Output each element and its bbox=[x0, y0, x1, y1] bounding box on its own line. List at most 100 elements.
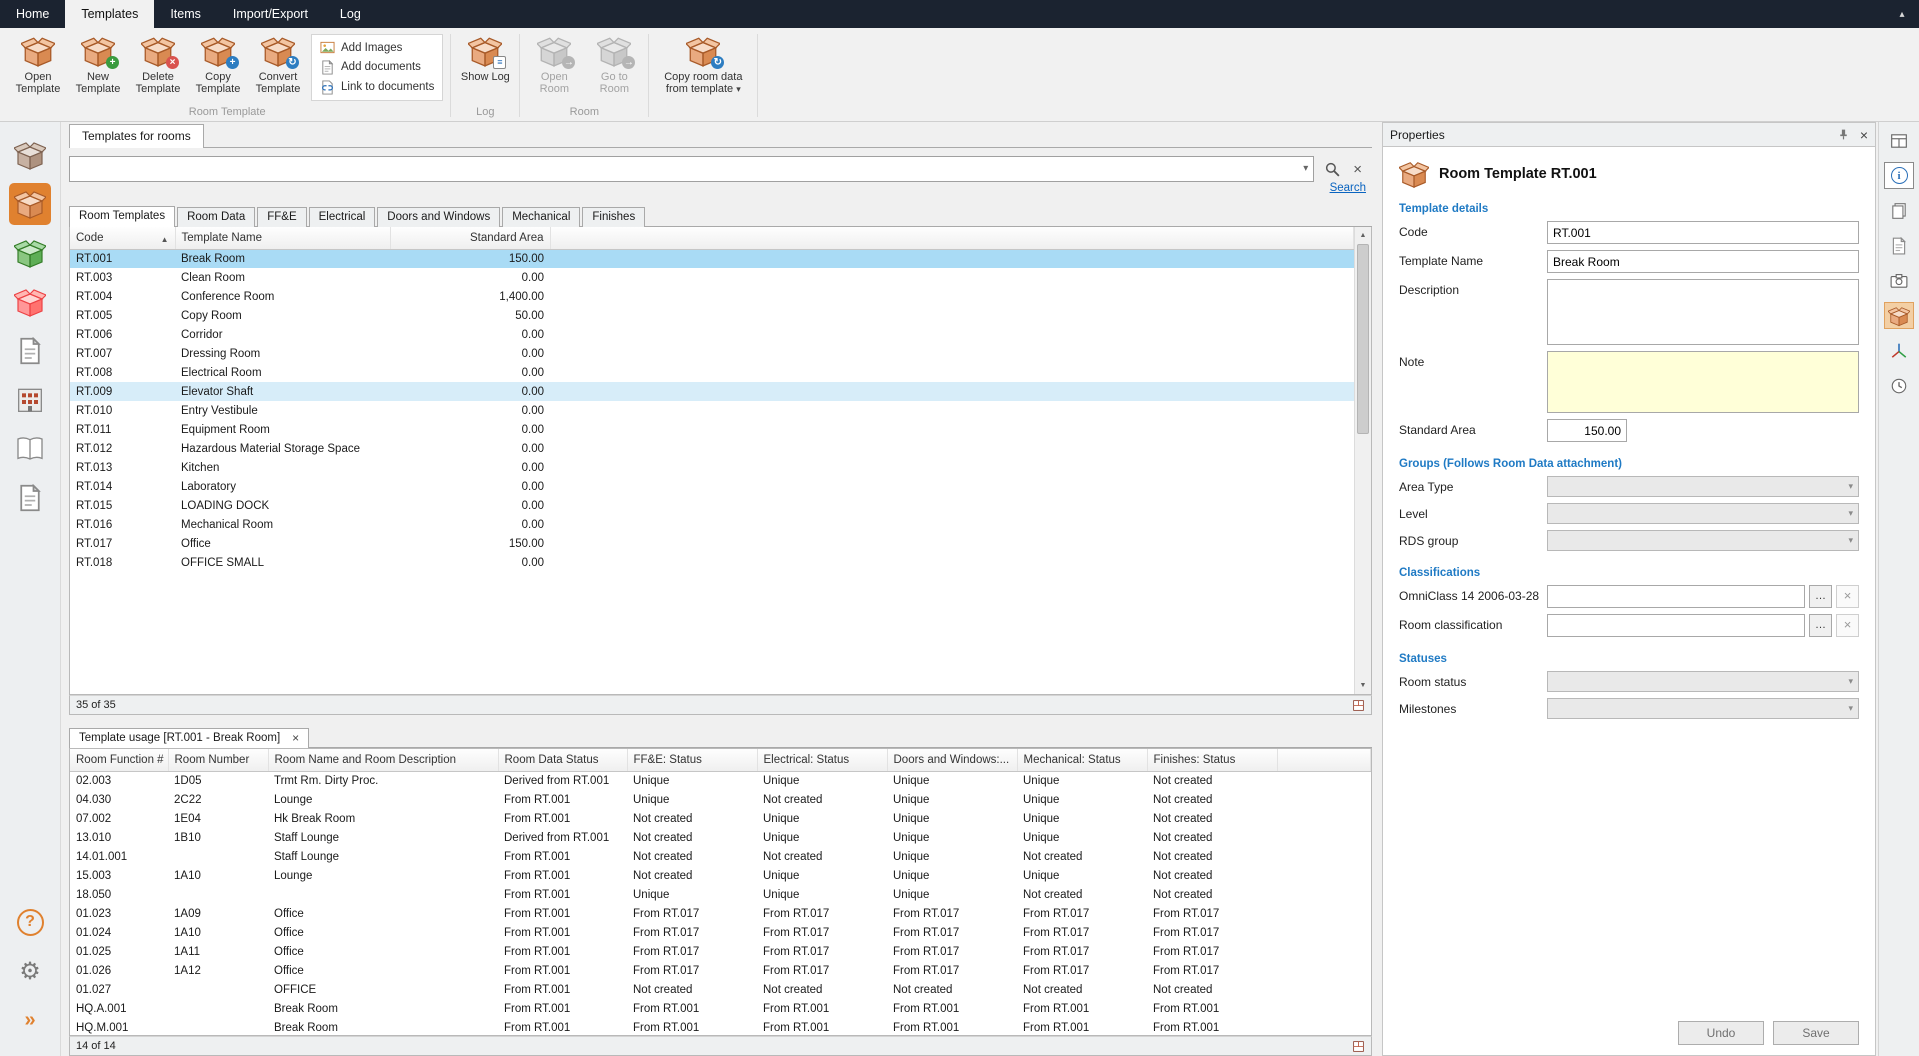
table-row[interactable]: RT.014Laboratory0.00 bbox=[70, 477, 1354, 496]
collapse-ribbon-icon[interactable]: ▴ bbox=[1885, 0, 1919, 28]
template-name-field[interactable] bbox=[1547, 250, 1859, 273]
area-type-select[interactable]: ▾ bbox=[1547, 476, 1859, 497]
undo-button[interactable]: Undo bbox=[1678, 1021, 1764, 1045]
table-row[interactable]: 04.0302C22LoungeFrom RT.001UniqueNot cre… bbox=[70, 790, 1371, 809]
omniclass-field[interactable] bbox=[1547, 585, 1805, 608]
convert-template-button[interactable]: ↻ Convert Template bbox=[248, 30, 308, 105]
help-button[interactable]: ? bbox=[9, 901, 51, 943]
table-row[interactable]: RT.004Conference Room1,400.00 bbox=[70, 287, 1354, 306]
table-row[interactable]: 01.0231A09OfficeFrom RT.001From RT.017Fr… bbox=[70, 904, 1371, 923]
close-tab-icon[interactable]: × bbox=[292, 733, 299, 743]
link-to-documents-button[interactable]: Link to documents bbox=[320, 78, 434, 97]
copy-template-button[interactable]: + Copy Template bbox=[188, 30, 248, 105]
panel-model-button[interactable] bbox=[1884, 337, 1914, 364]
table-row[interactable]: RT.013Kitchen0.00 bbox=[70, 458, 1354, 477]
save-button[interactable]: Save bbox=[1773, 1021, 1859, 1045]
menu-items[interactable]: Items bbox=[154, 0, 217, 28]
search-input[interactable] bbox=[69, 156, 1314, 182]
table-row[interactable]: 13.0101B10Staff LoungeDerived from RT.00… bbox=[70, 828, 1371, 847]
standard-area-field[interactable] bbox=[1547, 419, 1627, 442]
tab-ffe[interactable]: FF&E bbox=[257, 207, 306, 227]
sidebar-item-reports[interactable] bbox=[9, 428, 51, 470]
go-to-room-button[interactable]: → Go to Room bbox=[584, 30, 644, 105]
table-row[interactable]: RT.015LOADING DOCK0.00 bbox=[70, 496, 1354, 515]
close-panel-icon[interactable]: × bbox=[1860, 129, 1868, 141]
add-documents-button[interactable]: Add documents bbox=[320, 58, 434, 77]
copy-room-data-button[interactable]: ↻ Copy room data from template ▾ bbox=[653, 30, 753, 105]
column-header-code[interactable]: Code▲ bbox=[70, 227, 175, 249]
table-row[interactable]: RT.005Copy Room50.00 bbox=[70, 306, 1354, 325]
panel-history-button[interactable] bbox=[1884, 372, 1914, 399]
floor-plan-icon[interactable] bbox=[1352, 699, 1365, 712]
open-room-button[interactable]: → Open Room bbox=[524, 30, 584, 105]
panel-copies-button[interactable] bbox=[1884, 197, 1914, 224]
table-row[interactable]: RT.006Corridor0.00 bbox=[70, 325, 1354, 344]
note-field[interactable] bbox=[1547, 351, 1859, 413]
table-row[interactable]: 01.0241A10OfficeFrom RT.001From RT.017Fr… bbox=[70, 923, 1371, 942]
room-classification-clear-button[interactable]: × bbox=[1836, 614, 1859, 637]
table-row[interactable]: RT.016Mechanical Room0.00 bbox=[70, 515, 1354, 534]
menu-home[interactable]: Home bbox=[0, 0, 65, 28]
table-row[interactable]: 15.0031A10LoungeFrom RT.001Not createdUn… bbox=[70, 866, 1371, 885]
expand-sidebar-button[interactable]: » bbox=[9, 999, 51, 1041]
scrollbar-thumb[interactable] bbox=[1357, 244, 1369, 434]
table-row[interactable]: RT.012Hazardous Material Storage Space0.… bbox=[70, 439, 1354, 458]
column-header-mechanical-status[interactable]: Mechanical: Status bbox=[1017, 749, 1147, 771]
search-dropdown-icon[interactable]: ▾ bbox=[1303, 163, 1308, 174]
sidebar-item-room-templates[interactable] bbox=[9, 183, 51, 225]
table-row[interactable]: RT.003Clean Room0.00 bbox=[70, 268, 1354, 287]
tab-mechanical[interactable]: Mechanical bbox=[502, 207, 580, 227]
search-icon[interactable] bbox=[1324, 161, 1341, 178]
table-row[interactable]: 01.027OFFICEFrom RT.001Not createdNot cr… bbox=[70, 980, 1371, 999]
table-row[interactable]: RT.018OFFICE SMALL0.00 bbox=[70, 553, 1354, 572]
table-row[interactable]: 14.01.001Staff LoungeFrom RT.001Not crea… bbox=[70, 847, 1371, 866]
vertical-scrollbar[interactable]: ▲ ▼ bbox=[1354, 227, 1371, 694]
column-header-ffe-status[interactable]: FF&E: Status bbox=[627, 749, 757, 771]
table-row[interactable]: RT.009Elevator Shaft0.00 bbox=[70, 382, 1354, 401]
table-row[interactable]: 01.0251A11OfficeFrom RT.001From RT.017Fr… bbox=[70, 942, 1371, 961]
column-header-electrical-status[interactable]: Electrical: Status bbox=[757, 749, 887, 771]
sidebar-item-rooms[interactable] bbox=[9, 134, 51, 176]
table-row[interactable]: 18.050From RT.001UniqueUniqueUniqueNot c… bbox=[70, 885, 1371, 904]
menu-log[interactable]: Log bbox=[324, 0, 377, 28]
open-template-button[interactable]: Open Template bbox=[8, 30, 68, 105]
table-row[interactable]: 02.0031D05Trmt Rm. Dirty Proc.Derived fr… bbox=[70, 771, 1371, 790]
pin-icon[interactable] bbox=[1837, 128, 1850, 141]
tab-finishes[interactable]: Finishes bbox=[582, 207, 645, 227]
search-link[interactable]: Search bbox=[1330, 182, 1366, 199]
sidebar-item-item-templates[interactable] bbox=[9, 281, 51, 323]
tab-templates-for-rooms[interactable]: Templates for rooms bbox=[69, 124, 204, 148]
menu-import-export[interactable]: Import/Export bbox=[217, 0, 324, 28]
code-field[interactable] bbox=[1547, 221, 1859, 244]
settings-button[interactable]: ⚙ bbox=[9, 950, 51, 992]
level-select[interactable]: ▾ bbox=[1547, 503, 1859, 524]
omniclass-browse-button[interactable]: … bbox=[1809, 585, 1832, 608]
tab-room-data[interactable]: Room Data bbox=[177, 207, 255, 227]
table-row[interactable]: RT.017Office150.00 bbox=[70, 534, 1354, 553]
room-classification-browse-button[interactable]: … bbox=[1809, 614, 1832, 637]
floor-plan-icon[interactable] bbox=[1352, 1040, 1365, 1053]
tab-doors-and-windows[interactable]: Doors and Windows bbox=[377, 207, 500, 227]
description-field[interactable] bbox=[1547, 279, 1859, 345]
add-images-button[interactable]: Add Images bbox=[320, 38, 434, 57]
column-header-room-data-status[interactable]: Room Data Status bbox=[498, 749, 627, 771]
table-row[interactable]: RT.011Equipment Room0.00 bbox=[70, 420, 1354, 439]
column-header-doors-windows-status[interactable]: Doors and Windows:... bbox=[887, 749, 1017, 771]
panel-properties-button[interactable]: i bbox=[1884, 162, 1914, 189]
table-row[interactable]: RT.010Entry Vestibule0.00 bbox=[70, 401, 1354, 420]
clear-search-icon[interactable]: × bbox=[1353, 161, 1362, 178]
delete-template-button[interactable]: × Delete Template bbox=[128, 30, 188, 105]
rds-group-select[interactable]: ▾ bbox=[1547, 530, 1859, 551]
table-row[interactable]: 07.0021E04Hk Break RoomFrom RT.001Not cr… bbox=[70, 809, 1371, 828]
panel-layout-button[interactable] bbox=[1884, 127, 1914, 154]
column-header-room-function[interactable]: Room Function # bbox=[70, 749, 168, 771]
column-header-room-name[interactable]: Room Name and Room Description bbox=[268, 749, 498, 771]
omniclass-clear-button[interactable]: × bbox=[1836, 585, 1859, 608]
room-status-select[interactable]: ▾ bbox=[1547, 671, 1859, 692]
panel-images-button[interactable] bbox=[1884, 267, 1914, 294]
tab-room-templates[interactable]: Room Templates bbox=[69, 206, 175, 227]
column-header-standard-area[interactable]: Standard Area bbox=[390, 227, 550, 249]
table-row[interactable]: HQ.A.001Break RoomFrom RT.001From RT.001… bbox=[70, 999, 1371, 1018]
column-header-room-number[interactable]: Room Number bbox=[168, 749, 268, 771]
panel-documents-button[interactable] bbox=[1884, 232, 1914, 259]
